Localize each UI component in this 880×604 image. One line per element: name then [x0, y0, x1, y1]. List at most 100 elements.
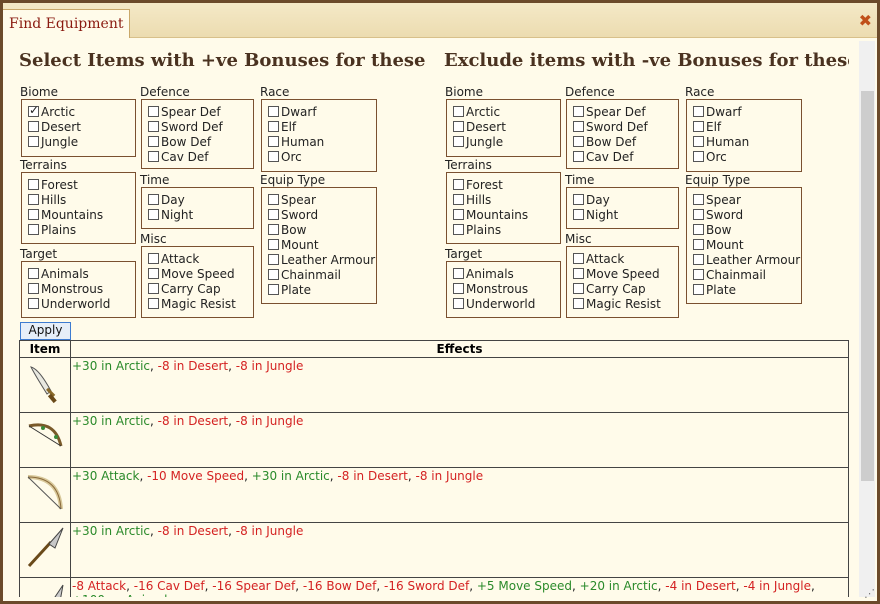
exclude-sword-def-option[interactable]: Sword Def [573, 119, 675, 134]
exclude-dwarf-option[interactable]: Dwarf [693, 104, 798, 119]
include-spear-checkbox[interactable] [268, 194, 279, 205]
exclude-jungle-checkbox[interactable] [453, 136, 464, 147]
include-forest-checkbox[interactable] [28, 179, 39, 190]
exclude-day-checkbox[interactable] [573, 194, 584, 205]
exclude-plate-checkbox[interactable] [693, 284, 704, 295]
exclude-bow-option[interactable]: Bow [693, 222, 798, 237]
include-leather-armour-checkbox[interactable] [268, 254, 279, 265]
include-dwarf-checkbox[interactable] [268, 106, 279, 117]
exclude-bow-def-checkbox[interactable] [573, 136, 584, 147]
include-bow-def-option[interactable]: Bow Def [148, 134, 250, 149]
exclude-leather-armour-option[interactable]: Leather Armour [693, 252, 800, 267]
include-plate-checkbox[interactable] [268, 284, 279, 295]
resize-grip-icon[interactable]: ⋰ [864, 587, 875, 600]
include-jungle-option[interactable]: Jungle [28, 134, 132, 149]
include-bow-def-checkbox[interactable] [148, 136, 159, 147]
include-bow-checkbox[interactable] [268, 224, 279, 235]
exclude-forest-option[interactable]: Forest [453, 177, 557, 192]
include-sword-def-checkbox[interactable] [148, 121, 159, 132]
include-sword-option[interactable]: Sword [268, 207, 373, 222]
include-hills-checkbox[interactable] [28, 194, 39, 205]
include-monstrous-checkbox[interactable] [28, 283, 39, 294]
exclude-hills-checkbox[interactable] [453, 194, 464, 205]
lance-icon[interactable] [19, 577, 71, 597]
exclude-elf-option[interactable]: Elf [693, 119, 798, 134]
exclude-leather-armour-checkbox[interactable] [693, 254, 704, 265]
include-sword-def-option[interactable]: Sword Def [148, 119, 250, 134]
vertical-scrollbar[interactable] [859, 41, 875, 597]
exclude-hills-option[interactable]: Hills [453, 192, 557, 207]
include-plains-checkbox[interactable] [28, 224, 39, 235]
include-spear-option[interactable]: Spear [268, 192, 373, 207]
exclude-sword-def-checkbox[interactable] [573, 121, 584, 132]
include-chainmail-checkbox[interactable] [268, 269, 279, 280]
exclude-human-checkbox[interactable] [693, 136, 704, 147]
exclude-orc-checkbox[interactable] [693, 151, 704, 162]
include-human-option[interactable]: Human [268, 134, 373, 149]
include-cav-def-checkbox[interactable] [148, 151, 159, 162]
exclude-monstrous-option[interactable]: Monstrous [453, 281, 557, 296]
exclude-magic-resist-option[interactable]: Magic Resist [573, 296, 675, 311]
exclude-elf-checkbox[interactable] [693, 121, 704, 132]
include-elf-option[interactable]: Elf [268, 119, 373, 134]
include-move-speed-option[interactable]: Move Speed [148, 266, 250, 281]
include-magic-resist-option[interactable]: Magic Resist [148, 296, 250, 311]
include-carry-cap-checkbox[interactable] [148, 283, 159, 294]
include-arctic-option[interactable]: Arctic [28, 103, 132, 119]
include-day-option[interactable]: Day [148, 192, 250, 207]
exclude-night-checkbox[interactable] [573, 209, 584, 220]
exclude-bow-def-option[interactable]: Bow Def [573, 134, 675, 149]
include-night-option[interactable]: Night [148, 207, 250, 222]
include-monstrous-option[interactable]: Monstrous [28, 281, 132, 296]
exclude-arctic-option[interactable]: Arctic [453, 104, 557, 119]
include-orc-checkbox[interactable] [268, 151, 279, 162]
include-mountains-checkbox[interactable] [28, 209, 39, 220]
exclude-attack-checkbox[interactable] [573, 253, 584, 264]
exclude-dwarf-checkbox[interactable] [693, 106, 704, 117]
exclude-spear-option[interactable]: Spear [693, 192, 798, 207]
include-leather-armour-option[interactable]: Leather Armour [268, 252, 375, 267]
include-move-speed-checkbox[interactable] [148, 268, 159, 279]
include-attack-checkbox[interactable] [148, 253, 159, 264]
include-plains-option[interactable]: Plains [28, 222, 132, 237]
exclude-underworld-option[interactable]: Underworld [453, 296, 557, 311]
exclude-plate-option[interactable]: Plate [693, 282, 798, 297]
exclude-mountains-checkbox[interactable] [453, 209, 464, 220]
longbow-icon[interactable] [19, 467, 71, 523]
sword-icon[interactable] [19, 357, 71, 413]
exclude-desert-checkbox[interactable] [453, 121, 464, 132]
exclude-sword-checkbox[interactable] [693, 209, 704, 220]
exclude-animals-option[interactable]: Animals [453, 266, 557, 281]
include-underworld-option[interactable]: Underworld [28, 296, 132, 311]
exclude-human-option[interactable]: Human [693, 134, 798, 149]
include-animals-option[interactable]: Animals [28, 266, 132, 281]
include-spear-def-checkbox[interactable] [148, 106, 159, 117]
exclude-mount-checkbox[interactable] [693, 239, 704, 250]
include-dwarf-option[interactable]: Dwarf [268, 104, 373, 119]
exclude-chainmail-option[interactable]: Chainmail [693, 267, 798, 282]
exclude-carry-cap-option[interactable]: Carry Cap [573, 281, 675, 296]
exclude-plains-checkbox[interactable] [453, 224, 464, 235]
exclude-chainmail-checkbox[interactable] [693, 269, 704, 280]
exclude-bow-checkbox[interactable] [693, 224, 704, 235]
include-arctic-checkbox[interactable] [28, 103, 39, 117]
include-plate-option[interactable]: Plate [268, 282, 373, 297]
include-animals-checkbox[interactable] [28, 268, 39, 279]
include-mount-option[interactable]: Mount [268, 237, 373, 252]
close-icon[interactable]: ✖ [859, 11, 872, 30]
include-jungle-checkbox[interactable] [28, 136, 39, 147]
exclude-animals-checkbox[interactable] [453, 268, 464, 279]
exclude-jungle-option[interactable]: Jungle [453, 134, 557, 149]
exclude-carry-cap-checkbox[interactable] [573, 283, 584, 294]
exclude-spear-def-option[interactable]: Spear Def [573, 104, 675, 119]
include-hills-option[interactable]: Hills [28, 192, 132, 207]
exclude-spear-checkbox[interactable] [693, 194, 704, 205]
exclude-underworld-checkbox[interactable] [453, 298, 464, 309]
include-spear-def-option[interactable]: Spear Def [148, 104, 250, 119]
exclude-spear-def-checkbox[interactable] [573, 106, 584, 117]
exclude-move-speed-checkbox[interactable] [573, 268, 584, 279]
exclude-orc-option[interactable]: Orc [693, 149, 798, 164]
apply-button[interactable]: Apply [20, 322, 71, 340]
include-magic-resist-checkbox[interactable] [148, 298, 159, 309]
exclude-sword-option[interactable]: Sword [693, 207, 798, 222]
